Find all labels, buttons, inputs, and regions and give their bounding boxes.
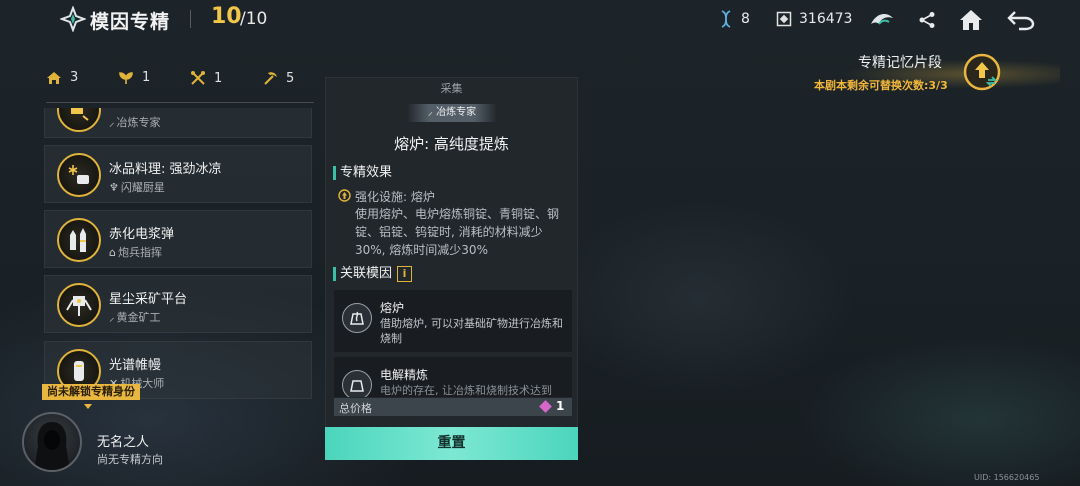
furnace-icon <box>342 303 372 333</box>
coin-count: 316473 <box>799 11 853 27</box>
user-id: UID: 156620465 <box>974 473 1040 482</box>
upgrade-arrow-icon <box>963 53 1001 91</box>
counter-pickaxe: 5 <box>262 70 294 86</box>
list-item-sub: ♆ 闪耀厨星 <box>109 181 165 194</box>
gene-card[interactable]: 熔炉 借助熔炉, 可以对基础矿物进行冶炼和烧制 <box>334 290 572 352</box>
top-bar: 模因专精 10 /10 8 316473 <box>0 0 1080 40</box>
effect-heading: 专精效果 <box>333 166 392 180</box>
share-button[interactable] <box>913 6 941 34</box>
list-item[interactable]: 星尘采矿平台 ⸝ 黄金矿工 <box>44 275 312 333</box>
meme-star-icon <box>60 6 86 32</box>
list-item[interactable]: 冰品料理: 强劲冰凉 ♆ 闪耀厨星 <box>44 145 312 203</box>
upgrade-icon <box>338 189 351 202</box>
info-button[interactable]: i <box>397 266 412 282</box>
counter-value: 3 <box>70 70 79 85</box>
counter-value: 1 <box>214 70 223 86</box>
game-logo-button[interactable] <box>868 6 896 34</box>
avatar[interactable] <box>22 412 82 472</box>
ice-food-icon <box>57 153 101 197</box>
tag-pointer <box>84 404 92 409</box>
list-item-name: 光谱帷幔 <box>109 358 162 373</box>
coin-icon <box>776 11 792 27</box>
gene-name: 熔炉 <box>380 301 405 315</box>
home-icon: ⌂ <box>109 246 116 259</box>
price-label: 总价格 <box>339 402 372 415</box>
gene-card[interactable]: 电解精炼 电炉的存在, 让冶炼和烧制技术达到 <box>334 357 572 397</box>
gene-count: 8 <box>741 11 750 27</box>
locked-identity-tag: 尚未解锁专精身份 <box>42 384 140 400</box>
pickaxe-icon <box>264 72 277 85</box>
plant-icon: ♆ <box>109 181 119 194</box>
related-genes-heading: 关联模因 <box>333 267 392 281</box>
plasma-bullet-icon <box>57 218 101 262</box>
counter-value: 1 <box>142 70 151 85</box>
pickaxe-icon: ⸝ <box>109 116 115 129</box>
gene-name: 电解精炼 <box>380 368 429 382</box>
page-title: 模因专精 <box>90 11 171 33</box>
effect-facility: 强化设施: 熔炉 <box>355 190 435 204</box>
tools-icon <box>191 71 205 85</box>
counter-divider <box>46 102 314 103</box>
points-max: /10 <box>240 9 268 29</box>
electrolysis-icon <box>342 370 372 397</box>
title-divider <box>190 10 191 28</box>
plant-icon <box>119 71 133 84</box>
list-item-sub: ⸝ 冶炼专家 <box>109 116 161 129</box>
memory-fragment-replacements: 本剧本剩余可替换次数:3/3 <box>814 79 948 92</box>
share-icon <box>919 12 935 28</box>
wing-logo-icon <box>871 14 893 25</box>
memory-fragment-title: 专精记忆片段 <box>858 55 942 71</box>
detail-specialization-tag: ⸝ 冶炼专家 <box>407 104 497 122</box>
effect-description: 使用熔炉、电炉熔炼铜锭、青铜锭、钢锭、铝锭、钨锭时, 消耗的材料减少30%, 熔… <box>355 207 560 257</box>
profile-direction: 尚无专精方向 <box>97 453 163 466</box>
specialization-list[interactable]: ⸝ 冶炼专家 冰品料理: 强劲冰凉 ♆ 闪耀厨星 赤化电浆弹 ⌂ 炮兵指挥 星尘采矿平… <box>44 108 312 408</box>
gene-description: 借助熔炉, 可以对基础矿物进行冶炼和烧制 <box>380 317 563 345</box>
reset-button[interactable]: 重置 <box>325 427 578 460</box>
list-item-name: 冰品料理: 强劲冰凉 <box>109 162 222 177</box>
home-button[interactable] <box>957 6 985 34</box>
counter-home: 3 <box>46 70 78 85</box>
dna-icon <box>721 10 731 28</box>
list-item[interactable]: ⸝ 冶炼专家 <box>44 108 312 138</box>
pickaxe-icon: ⸝ <box>109 311 115 324</box>
list-item-sub: ⸝ 黄金矿工 <box>109 311 161 324</box>
list-item-name: 星尘采矿平台 <box>109 292 188 307</box>
detail-title: 熔炉: 高纯度提炼 <box>394 135 509 153</box>
home-icon <box>960 10 982 30</box>
mining-platform-icon <box>57 283 101 327</box>
back-arrow-icon <box>1007 11 1035 31</box>
memory-fragment-button[interactable] <box>962 52 1002 92</box>
smelting-icon <box>57 108 101 132</box>
back-button[interactable] <box>1007 6 1035 34</box>
home-icon <box>47 71 61 84</box>
profile-name: 无名之人 <box>97 435 150 450</box>
counter-value: 5 <box>286 70 295 86</box>
list-item-name: 赤化电浆弹 <box>109 227 175 242</box>
points-current: 10 <box>211 4 242 29</box>
counter-tools: 1 <box>190 70 222 86</box>
hooded-figure-icon <box>34 422 70 470</box>
gene-description: 电炉的存在, 让冶炼和烧制技术达到 <box>380 384 552 397</box>
price-value: 1 <box>556 399 565 413</box>
detail-category: 采集 <box>440 82 463 95</box>
list-item-sub: ⌂ 炮兵指挥 <box>109 246 162 259</box>
counter-plant: 1 <box>118 70 150 85</box>
list-item[interactable]: 赤化电浆弹 ⌂ 炮兵指挥 <box>44 210 312 268</box>
pickaxe-icon: ⸝ <box>427 107 437 118</box>
